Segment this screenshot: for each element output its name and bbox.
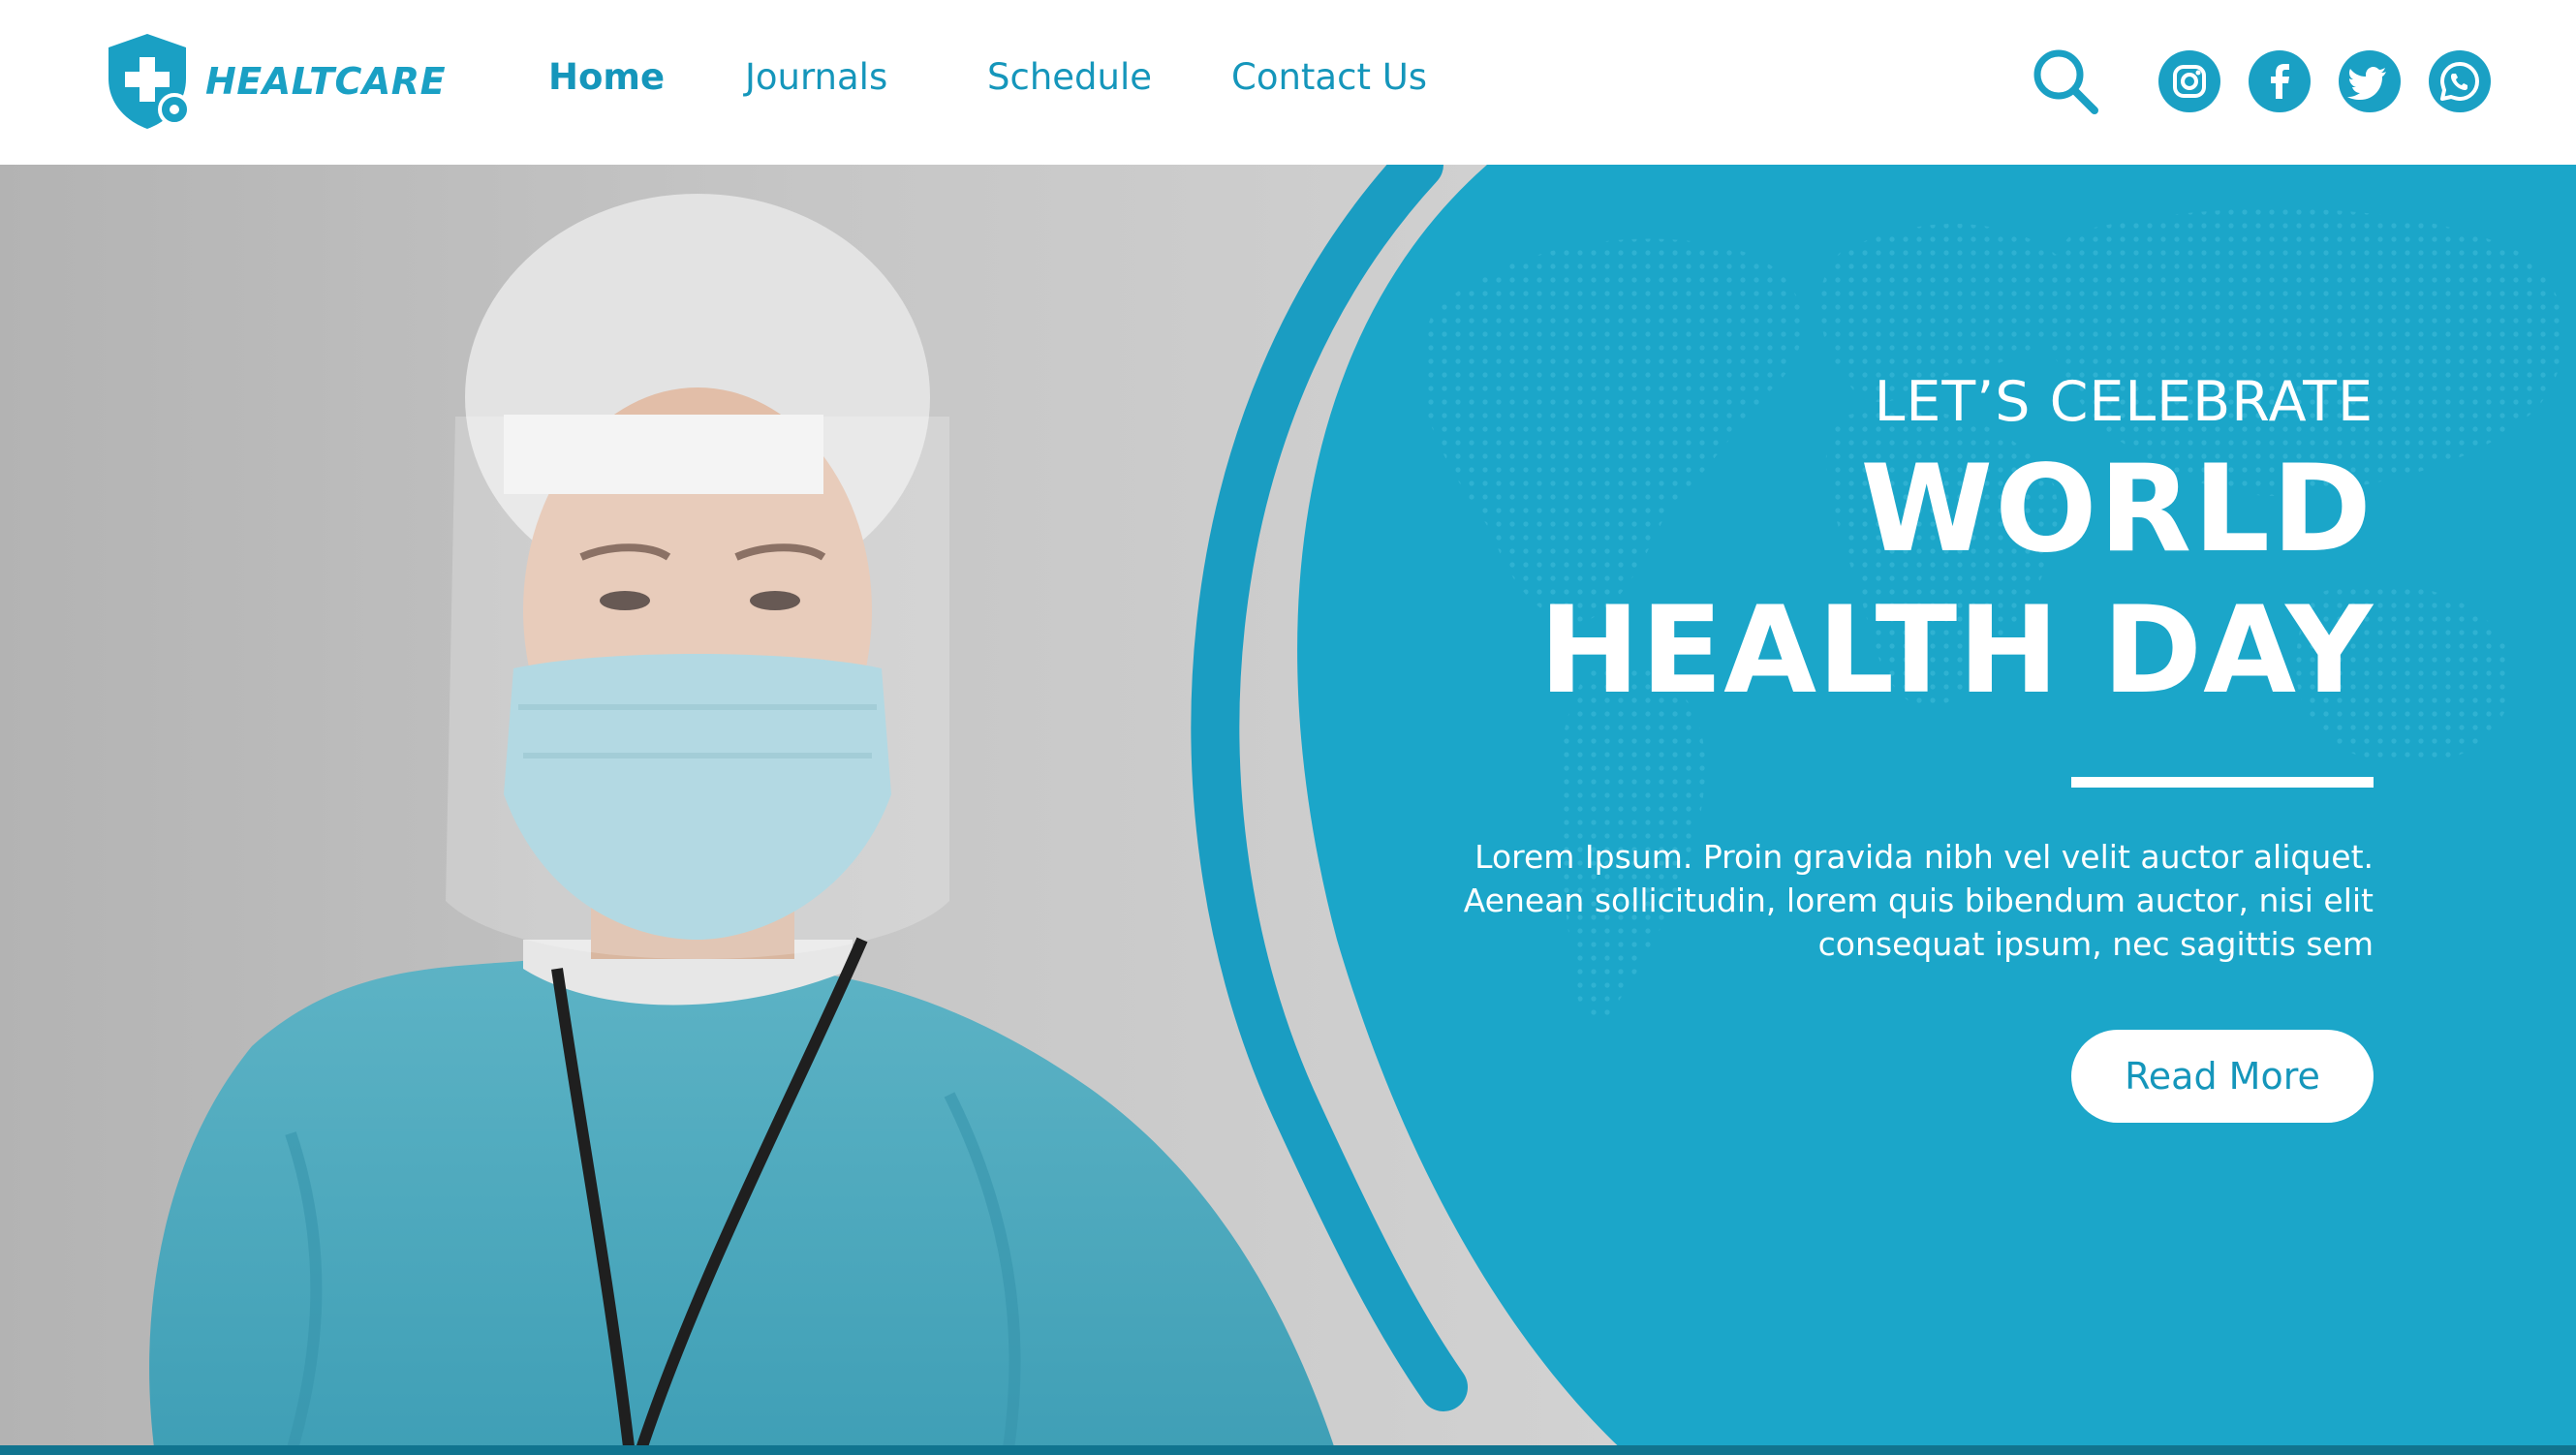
brand[interactable]: HEALTCARE — [105, 33, 446, 130]
hero-title-line-1: WORLD — [1860, 440, 2374, 579]
search-icon[interactable] — [2031, 46, 2100, 120]
twitter-icon[interactable] — [2339, 50, 2401, 112]
hero-eyebrow: LET’S CELEBRATE — [1874, 370, 2374, 434]
nav-item-contact-us[interactable]: Contact Us — [1231, 56, 1427, 98]
top-navbar: HEALTCARE Home Journals Schedule Contact… — [0, 0, 2576, 165]
read-more-button[interactable]: Read More — [2071, 1030, 2374, 1123]
facebook-icon[interactable] — [2249, 50, 2311, 112]
nav-item-schedule[interactable]: Schedule — [987, 56, 1152, 98]
brand-name: HEALTCARE — [205, 60, 447, 103]
hero-background — [0, 165, 2565, 1455]
instagram-icon[interactable] — [2158, 50, 2220, 112]
bottom-accent-bar — [0, 1445, 2576, 1455]
whatsapp-icon[interactable] — [2429, 50, 2491, 112]
hero-body-text: Lorem Ipsum. Proin gravida nibh vel veli… — [1463, 838, 2374, 963]
hero-banner: LET’S CELEBRATE WORLD HEALTH DAY Lorem I… — [0, 165, 2576, 1455]
nav-item-home[interactable]: Home — [548, 56, 665, 98]
shield-cross-logo-icon — [109, 34, 190, 129]
hero-title-line-2: HEALTH DAY — [1538, 581, 2374, 721]
hero-divider — [2071, 777, 2374, 788]
nav-item-journals[interactable]: Journals — [745, 56, 887, 98]
